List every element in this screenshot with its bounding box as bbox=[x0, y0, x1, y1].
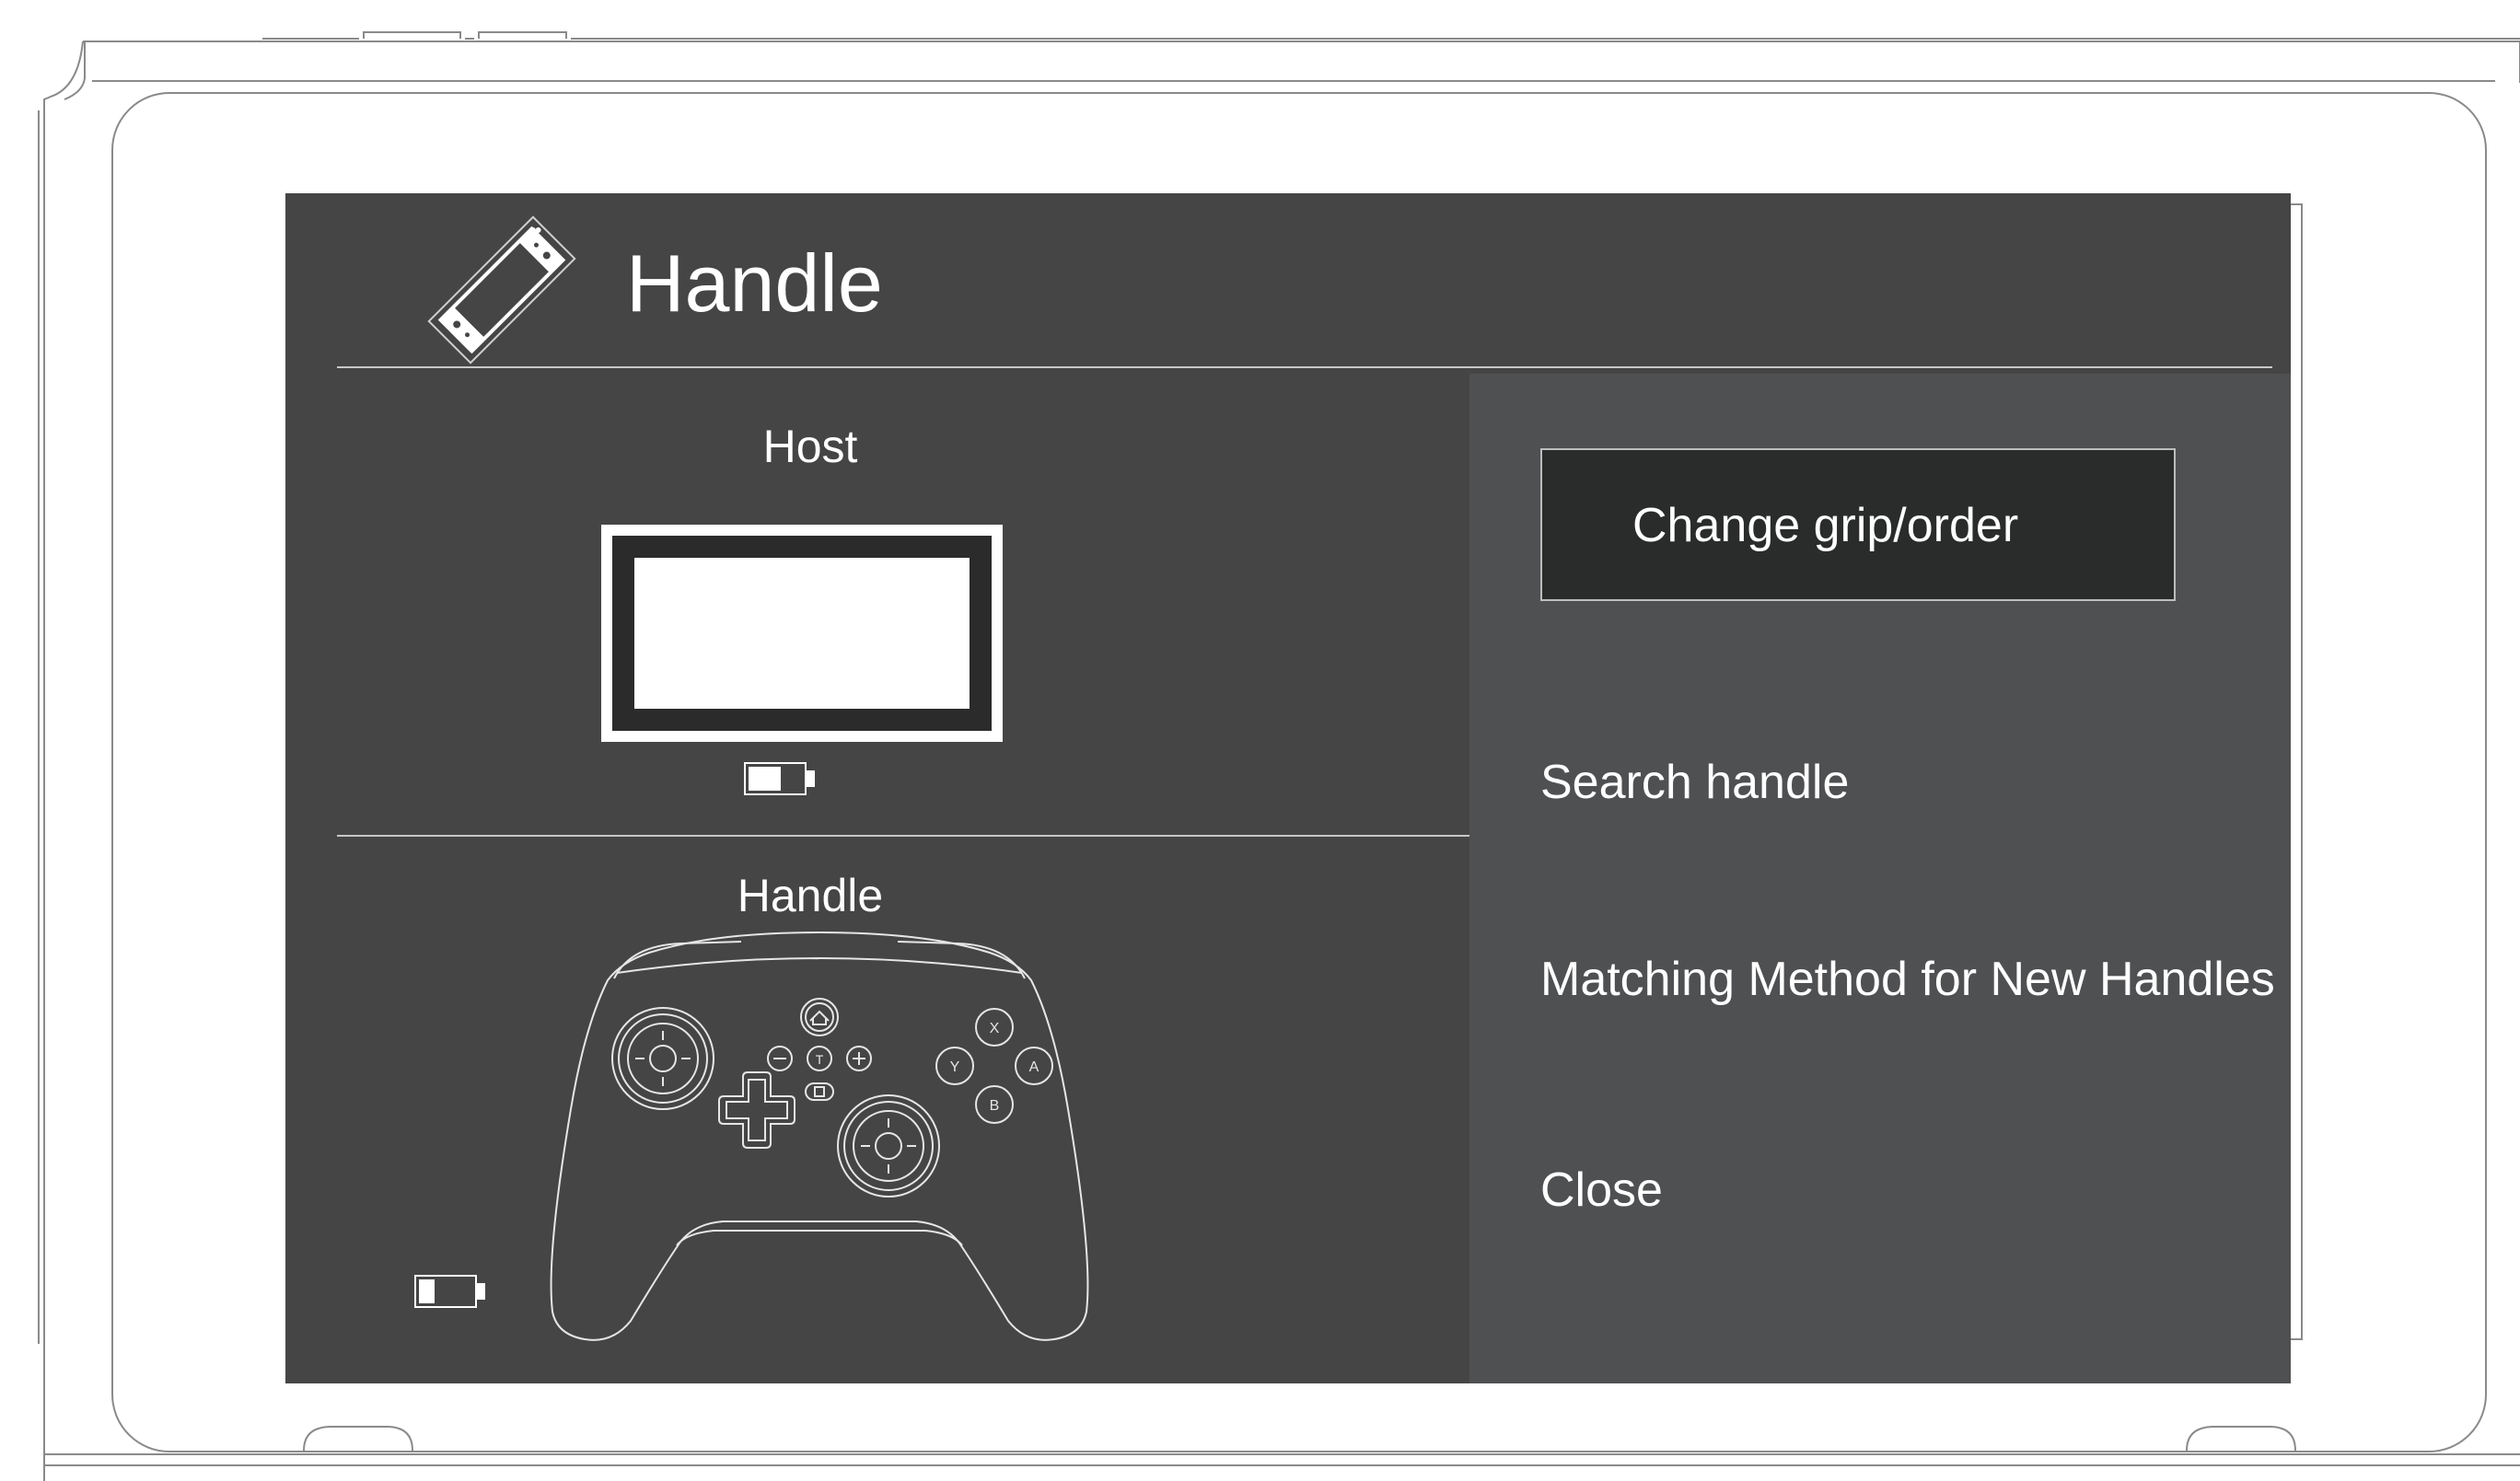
gamepad-icon: X Y A B T bbox=[550, 931, 1089, 1341]
host-screen-icon bbox=[601, 525, 1003, 742]
battery-icon bbox=[414, 1275, 485, 1308]
device-frame: Handle Host Handle X Y A B T Change grip… bbox=[0, 0, 2520, 1481]
matching-method-button[interactable]: Matching Method for New Handles bbox=[1540, 950, 2275, 1009]
x-button-label: X bbox=[990, 1021, 1000, 1036]
search-handle-button[interactable]: Search handle bbox=[1540, 753, 1849, 812]
b-button-label: B bbox=[990, 1098, 1000, 1114]
dialog-screen: Handle Host Handle X Y A B T Change grip… bbox=[285, 193, 2291, 1383]
section-divider bbox=[337, 835, 1469, 837]
change-grip-order-button[interactable]: Change grip/order bbox=[1540, 448, 2176, 601]
a-button-label: A bbox=[1029, 1059, 1039, 1075]
t-button-label: T bbox=[816, 1052, 824, 1067]
battery-icon bbox=[744, 762, 815, 795]
close-button[interactable]: Close bbox=[1540, 1161, 1663, 1220]
status-pane: Host Handle X Y A B T bbox=[285, 193, 1469, 1383]
change-grip-order-label: Change grip/order bbox=[1632, 499, 2019, 552]
y-button-label: Y bbox=[950, 1059, 960, 1075]
host-label: Host bbox=[762, 421, 858, 472]
handle-label: Handle bbox=[737, 870, 884, 921]
